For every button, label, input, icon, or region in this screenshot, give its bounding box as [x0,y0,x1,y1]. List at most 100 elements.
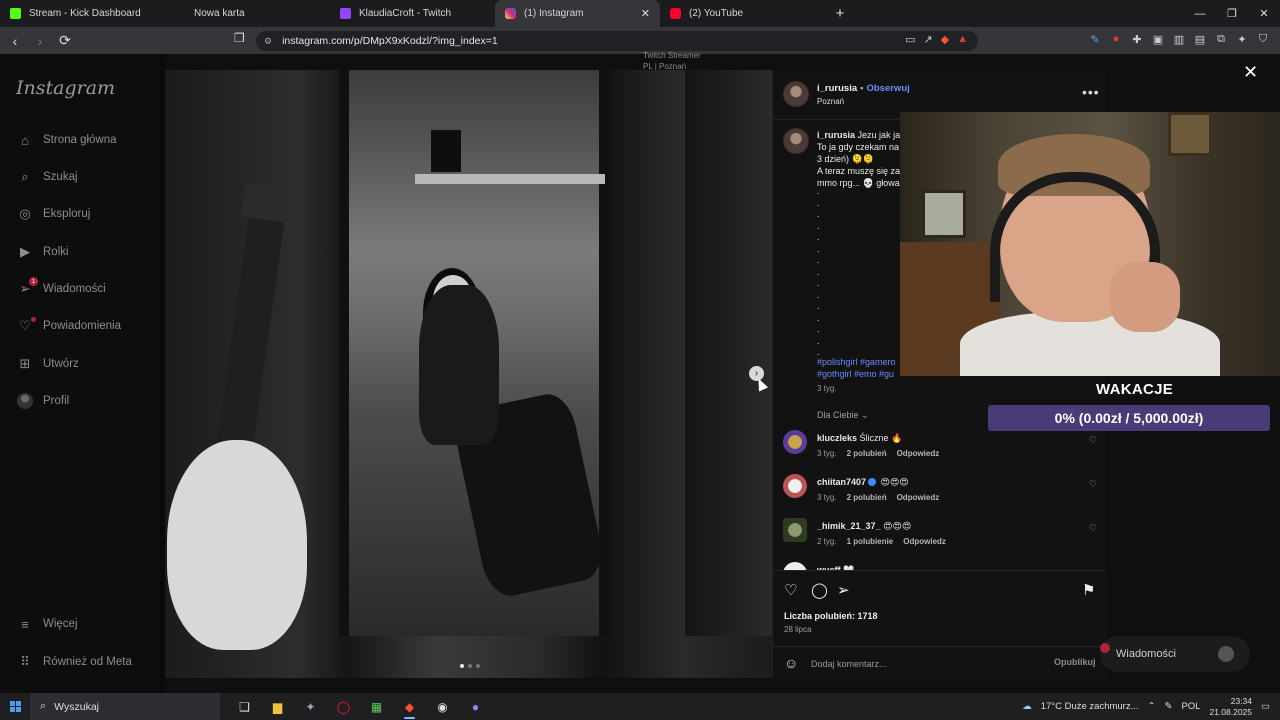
share-icon[interactable]: ↗ [923,33,932,46]
weather-text[interactable]: 17°C Duże zachmurz... [1041,701,1139,712]
back-icon[interactable]: ‹ [5,31,25,51]
collections-icon[interactable]: ⧉ [1214,32,1228,46]
close-window-icon[interactable]: ✕ [1248,0,1280,27]
taskbar-clock[interactable]: 23:34 21.08.2025 [1209,696,1252,718]
media-icon[interactable]: ▣ [1151,32,1165,46]
forward-icon[interactable]: › [30,31,50,51]
save-bookmark-icon[interactable]: ⚑ [1082,581,1095,599]
author-username[interactable]: i_rurusia [817,83,857,94]
tab-kick-dashboard[interactable]: Stream - Kick Dashboard [0,0,165,27]
post-media[interactable] [165,70,772,678]
sidebar-toggle-icon[interactable]: ▥ [1172,32,1186,46]
language-indicator[interactable]: POL [1181,701,1200,712]
extensions-puzzle-icon[interactable]: ✚ [1130,32,1144,46]
task-view-icon[interactable]: ❏ [228,693,261,720]
sidebar-item-reels[interactable]: ▶ Rolki [16,241,69,263]
background-profile-text: Twitch Streamer PL | Poznań [643,51,701,71]
share-icon[interactable]: ➢ [837,581,850,599]
sidebar-item-meta[interactable]: ⠿ Również od Meta [16,651,132,673]
like-comment-icon[interactable]: ♡ [1089,523,1097,534]
sidebar-item-more[interactable]: ≡ Więcej [16,613,77,635]
brave-shields-icon[interactable]: ◆ [941,33,949,46]
follow-button[interactable]: Obserwuj [866,83,909,94]
commenter-avatar[interactable] [783,518,807,542]
commenter-avatar[interactable] [783,474,807,498]
file-explorer-icon[interactable]: ▆ [261,693,294,720]
meta-grid-icon: ⠿ [20,654,30,669]
like-comment-icon[interactable]: ♡ [1089,435,1097,446]
windows-logo-icon [9,701,21,712]
more-options-icon[interactable]: ••• [1082,84,1100,100]
tab-twitch[interactable]: KlaudiaCroft - Twitch [330,0,495,27]
notifications-icon[interactable]: ▭ [1261,701,1270,712]
comment-icon[interactable]: ◯ [811,581,828,599]
caption-dot-lines: . . . . . . . . . . . . . . . [817,186,820,357]
like-comment-icon[interactable]: ♡ [1089,479,1097,490]
site-settings-icon[interactable]: ⚙ [264,36,272,47]
instagram-logo[interactable]: Instagram [16,77,115,99]
taskbar-search[interactable]: ⌕ Wyszukaj [30,693,220,720]
address-bar[interactable]: ⚙ instagram.com/p/DMpX9xKodzl/?img_index… [256,31,978,51]
close-tab-icon[interactable]: ✕ [641,7,650,20]
shelf-shape [415,174,605,184]
tab-youtube[interactable]: (2) YouTube [660,0,825,27]
cabinet-shape [685,70,772,636]
extension-icon[interactable]: ✎ [1088,32,1102,46]
wallet-icon[interactable]: ▤ [1193,32,1207,46]
minimize-icon[interactable]: — [1184,0,1216,27]
tab-new-tab[interactable]: Nowa karta [165,0,330,27]
commenter-avatar[interactable] [783,430,807,454]
weather-icon[interactable]: ☁ [1022,701,1032,712]
pen-icon[interactable]: ✎ [1164,701,1172,712]
obs-icon[interactable]: ◉ [426,693,459,720]
comment-sort-dropdown[interactable]: Dla Ciebie ⌄ [817,410,869,421]
carousel-dot [460,664,464,668]
chevron-up-icon[interactable]: ⌃ [1148,701,1156,712]
reply-button[interactable]: Odpowiedz [897,449,940,458]
commenter-avatar[interactable] [783,562,807,570]
post-location[interactable]: Poznań [817,97,844,106]
app-icon[interactable]: ✦ [294,693,327,720]
sidebar-item-home[interactable]: ⌂ Strona główna [16,129,116,151]
messages-pill[interactable]: Wiadomości [1100,636,1250,672]
bookmark-icon[interactable]: ❒ [234,31,248,49]
cast-icon[interactable]: ▭ [905,33,915,46]
compass-icon: ◎ [19,206,31,221]
close-modal-icon[interactable]: ✕ [1243,62,1258,83]
like-icon[interactable]: ♡ [784,581,797,599]
comment-input[interactable] [811,657,1031,671]
emoji-icon[interactable]: ☺ [784,655,798,671]
restore-icon[interactable]: ❐ [1216,0,1248,27]
sidebar-item-explore[interactable]: ◎ Eksploruj [16,203,90,225]
reply-button[interactable]: Odpowiedz [903,537,946,546]
reply-button[interactable]: Odpowiedz [897,493,940,502]
brave-browser-icon[interactable]: ◆ [393,693,426,720]
opera-icon[interactable]: ◯ [327,693,360,720]
messages-avatar [1218,646,1234,662]
sidebar-item-search[interactable]: ⌕ Szukaj [16,166,77,188]
start-button[interactable] [0,693,30,720]
comment-item: chiitan7407 😍😍😍 3 tyg. 2 polubień Odpowi… [773,474,1106,514]
kick-favicon-icon [10,8,21,19]
leo-ai-icon[interactable]: ✦ [1235,32,1249,46]
discord-icon[interactable]: ● [459,693,492,720]
extension-icon[interactable]: ● [1109,32,1123,46]
reload-icon[interactable]: ⟳ [55,31,75,51]
brave-rewards-icon[interactable]: ▲ [957,33,968,46]
app-icon[interactable]: ▦ [360,693,393,720]
new-tab-button[interactable]: + [825,0,855,27]
author-avatar[interactable] [783,81,809,107]
search-icon: ⌕ [21,169,29,184]
tab-instagram[interactable]: (1) Instagram ✕ [495,0,660,27]
caption-username[interactable]: i_rurusia [817,130,855,140]
mirror-reflection [349,70,608,636]
taskbar-search-label: Wyszukaj [54,700,100,713]
sidebar-item-messages[interactable]: ➢ 1 Wiadomości [16,277,106,300]
sidebar-item-notifications[interactable]: ♡ Powiadomienia [16,315,121,337]
sidebar-item-profile[interactable]: Profil [16,390,69,412]
sidebar-item-create[interactable]: ⊞ Utwórz [16,353,79,375]
likes-count[interactable]: Liczba polubień: 1718 [784,611,878,621]
vpn-icon[interactable]: ⛉ [1256,32,1270,46]
publish-button[interactable]: Opublikuj [1054,657,1096,667]
caption-avatar[interactable] [783,128,809,154]
